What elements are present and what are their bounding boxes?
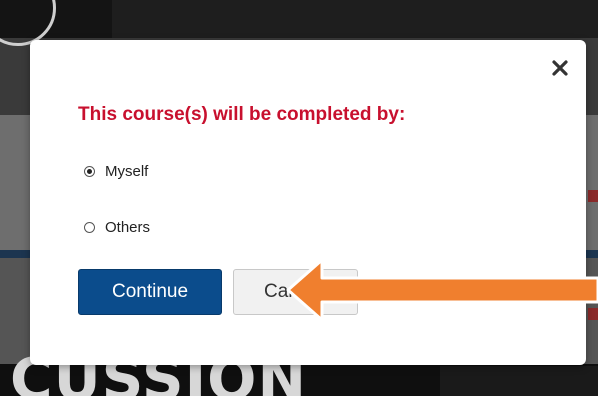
radio-button-others[interactable]	[84, 222, 95, 233]
cancel-button-label: Can	[264, 281, 299, 302]
background-header-right	[112, 0, 598, 38]
background-accent	[588, 308, 598, 320]
radio-button-myself[interactable]	[84, 166, 95, 177]
radio-label-others: Others	[105, 219, 151, 236]
close-button[interactable]	[548, 56, 572, 80]
cancel-button[interactable]: Can	[233, 269, 358, 315]
dialog-title: This course(s) will be completed by:	[78, 104, 406, 125]
background-accent	[588, 190, 598, 202]
radio-option-others[interactable]: Others	[84, 219, 150, 236]
radio-option-myself[interactable]: Myself	[84, 163, 148, 180]
completion-dialog: This course(s) will be completed by: Mys…	[30, 40, 586, 365]
background-footer-block	[440, 366, 598, 396]
close-icon	[552, 60, 568, 76]
continue-button[interactable]: Continue	[78, 269, 222, 315]
radio-label-myself: Myself	[105, 163, 149, 180]
